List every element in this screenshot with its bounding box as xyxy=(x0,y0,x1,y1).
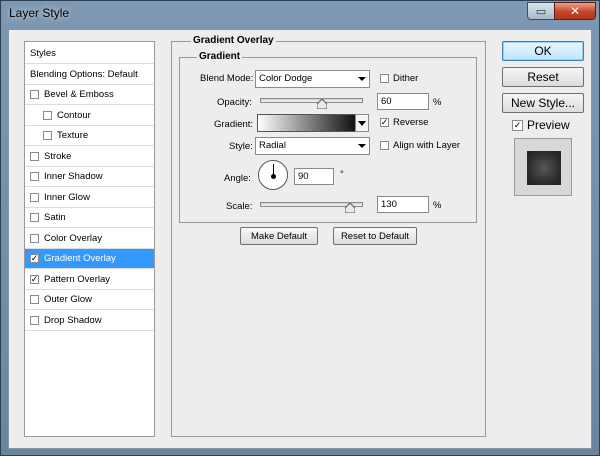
layer-style-dialog: Layer Style ▭ ✕ Styles Blending Options: … xyxy=(0,0,600,456)
style-list-checkbox[interactable] xyxy=(30,172,39,181)
opacity-input[interactable]: 60 xyxy=(377,93,429,110)
scale-slider-thumb[interactable] xyxy=(344,202,356,214)
group-title: Gradient xyxy=(197,51,243,62)
style-list-item[interactable]: Blending Options: Default xyxy=(25,65,154,85)
section-title: Gradient Overlay xyxy=(191,35,276,46)
style-list-label: Color Overlay xyxy=(44,232,103,244)
style-list-label: Outer Glow xyxy=(44,294,93,305)
preview-thumbnail xyxy=(527,151,561,185)
opacity-slider-thumb[interactable] xyxy=(316,98,328,110)
chevron-down-icon xyxy=(358,121,366,126)
style-list-label: Styles xyxy=(30,48,56,59)
angle-dial[interactable] xyxy=(258,160,288,190)
style-list-label: Inner Glow xyxy=(44,191,90,203)
reset-button[interactable]: Reset xyxy=(502,67,584,87)
restore-button[interactable]: ▭ xyxy=(527,2,555,20)
style-list-label: Pattern Overlay xyxy=(44,273,110,285)
style-list-label: Gradient Overlay xyxy=(44,253,116,264)
style-list-checkbox[interactable] xyxy=(30,233,39,243)
make-default-button[interactable]: Make Default xyxy=(240,227,318,245)
style-list-item[interactable]: Contour xyxy=(25,106,154,126)
styles-list: Styles Blending Options: Default Bevel & E… xyxy=(24,41,155,437)
preview-label: Preview xyxy=(527,118,570,132)
style-list-item[interactable]: Inner Shadow xyxy=(25,167,154,187)
dither-label: Dither xyxy=(393,73,419,84)
reverse-label: Reverse xyxy=(393,117,429,128)
style-list-item[interactable]: Styles xyxy=(25,44,154,64)
align-with-layer-checkbox[interactable] xyxy=(380,141,389,150)
style-list-label: Inner Shadow xyxy=(44,171,103,182)
style-list-checkbox[interactable] xyxy=(30,151,39,161)
style-list-label: Stroke xyxy=(44,150,72,162)
scale-label: Scale: xyxy=(226,201,253,212)
blend-mode-select[interactable]: Color Dodge xyxy=(255,70,370,88)
new-style-button[interactable]: New Style... xyxy=(502,93,584,113)
style-preview xyxy=(514,138,572,196)
dither-checkbox[interactable] xyxy=(380,74,389,83)
style-list-checkbox[interactable]: ✓ xyxy=(30,254,39,263)
style-list-item[interactable]: ✓ Pattern Overlay xyxy=(25,270,154,290)
reverse-checkbox[interactable]: ✓ xyxy=(380,118,389,127)
style-list-label: Drop Shadow xyxy=(44,314,102,326)
gradient-swatch[interactable] xyxy=(257,114,369,132)
chevron-down-icon xyxy=(358,144,366,148)
blend-mode-value: Color Dodge xyxy=(259,73,313,84)
scale-input[interactable]: 130 xyxy=(377,196,429,213)
gradient-picker-button[interactable] xyxy=(355,114,369,132)
close-icon: ✕ xyxy=(569,4,581,18)
style-list-item[interactable]: Drop Shadow xyxy=(25,311,154,331)
style-label: Style: xyxy=(229,141,253,152)
scale-unit: % xyxy=(433,200,442,211)
style-list-label: Texture xyxy=(57,130,89,141)
style-list-label: Bevel & Emboss xyxy=(44,89,114,100)
style-list-checkbox[interactable] xyxy=(30,90,39,99)
restore-icon: ▭ xyxy=(535,5,547,18)
angle-label: Angle: xyxy=(224,173,251,184)
style-list-item[interactable]: Bevel & Emboss xyxy=(25,85,154,105)
style-list-item[interactable]: Stroke xyxy=(25,147,154,167)
style-list-item[interactable]: ✓ Gradient Overlay xyxy=(25,249,154,269)
close-button[interactable]: ✕ xyxy=(554,2,596,20)
style-list-checkbox[interactable] xyxy=(30,315,39,325)
angle-input[interactable]: 90 xyxy=(294,168,334,185)
style-list-item[interactable]: Outer Glow xyxy=(25,290,154,310)
opacity-unit: % xyxy=(433,97,442,108)
style-list-label: Satin xyxy=(44,212,66,223)
style-list-checkbox[interactable] xyxy=(43,110,52,120)
style-list-checkbox[interactable] xyxy=(30,295,39,304)
style-list-item[interactable]: Satin xyxy=(25,208,154,228)
style-list-label: Contour xyxy=(57,109,91,121)
angle-unit: ° xyxy=(340,169,344,180)
window-title: Layer Style xyxy=(9,6,70,20)
chevron-down-icon xyxy=(358,77,366,81)
align-with-layer-label: Align with Layer xyxy=(393,140,461,151)
style-list-item[interactable]: Inner Glow xyxy=(25,188,154,208)
style-value: Radial xyxy=(259,140,286,151)
style-list-checkbox[interactable]: ✓ xyxy=(30,274,39,284)
style-list-checkbox[interactable] xyxy=(30,213,39,222)
blend-mode-label: Blend Mode: xyxy=(200,73,254,84)
style-list-checkbox[interactable] xyxy=(43,131,52,140)
preview-checkbox[interactable]: ✓ xyxy=(512,120,523,131)
style-list-checkbox[interactable] xyxy=(30,192,39,202)
angle-hub xyxy=(271,174,276,179)
style-list-item[interactable]: Texture xyxy=(25,126,154,146)
opacity-slider-track[interactable] xyxy=(260,98,363,103)
dialog-body: Styles Blending Options: Default Bevel & E… xyxy=(8,29,592,449)
opacity-label: Opacity: xyxy=(217,97,252,108)
style-select[interactable]: Radial xyxy=(255,137,370,155)
title-bar[interactable]: Layer Style ▭ ✕ xyxy=(1,1,599,29)
style-list-label: Blending Options: Default xyxy=(30,68,138,80)
reset-to-default-button[interactable]: Reset to Default xyxy=(333,227,417,245)
style-list-item[interactable]: Color Overlay xyxy=(25,229,154,249)
gradient-label: Gradient: xyxy=(214,119,254,130)
ok-button[interactable]: OK xyxy=(502,41,584,61)
